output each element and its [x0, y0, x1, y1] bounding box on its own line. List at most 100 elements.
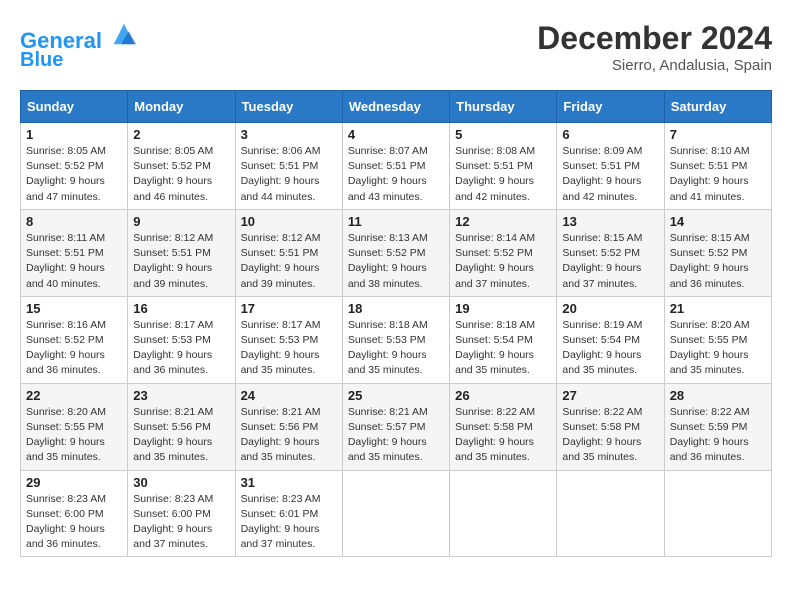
logo: General Blue [20, 20, 138, 71]
day-info: Sunrise: 8:21 AM Sunset: 5:56 PM Dayligh… [133, 405, 229, 466]
day-info: Sunrise: 8:12 AM Sunset: 5:51 PM Dayligh… [241, 231, 337, 292]
day-info: Sunrise: 8:23 AM Sunset: 6:01 PM Dayligh… [241, 492, 337, 553]
calendar-cell: 11 Sunrise: 8:13 AM Sunset: 5:52 PM Dayl… [342, 209, 449, 296]
day-info: Sunrise: 8:23 AM Sunset: 6:00 PM Dayligh… [133, 492, 229, 553]
title-block: December 2024 Sierro, Andalusia, Spain [537, 20, 772, 74]
calendar-week-row: 15 Sunrise: 8:16 AM Sunset: 5:52 PM Dayl… [21, 296, 772, 383]
day-number: 10 [241, 214, 337, 229]
day-number: 18 [348, 301, 444, 316]
day-info: Sunrise: 8:05 AM Sunset: 5:52 PM Dayligh… [26, 144, 122, 205]
calendar-cell: 31 Sunrise: 8:23 AM Sunset: 6:01 PM Dayl… [235, 470, 342, 557]
day-number: 7 [670, 127, 766, 142]
day-number: 4 [348, 127, 444, 142]
calendar-cell: 14 Sunrise: 8:15 AM Sunset: 5:52 PM Dayl… [664, 209, 771, 296]
calendar-cell [664, 470, 771, 557]
column-header-sunday: Sunday [21, 91, 128, 123]
day-number: 8 [26, 214, 122, 229]
day-number: 2 [133, 127, 229, 142]
calendar-header-row: SundayMondayTuesdayWednesdayThursdayFrid… [21, 91, 772, 123]
day-number: 6 [562, 127, 658, 142]
day-info: Sunrise: 8:20 AM Sunset: 5:55 PM Dayligh… [670, 318, 766, 379]
day-info: Sunrise: 8:17 AM Sunset: 5:53 PM Dayligh… [241, 318, 337, 379]
calendar-cell: 28 Sunrise: 8:22 AM Sunset: 5:59 PM Dayl… [664, 383, 771, 470]
day-number: 15 [26, 301, 122, 316]
calendar-week-row: 8 Sunrise: 8:11 AM Sunset: 5:51 PM Dayli… [21, 209, 772, 296]
column-header-wednesday: Wednesday [342, 91, 449, 123]
day-info: Sunrise: 8:17 AM Sunset: 5:53 PM Dayligh… [133, 318, 229, 379]
calendar-cell: 23 Sunrise: 8:21 AM Sunset: 5:56 PM Dayl… [128, 383, 235, 470]
calendar-cell: 13 Sunrise: 8:15 AM Sunset: 5:52 PM Dayl… [557, 209, 664, 296]
calendar-cell: 2 Sunrise: 8:05 AM Sunset: 5:52 PM Dayli… [128, 123, 235, 210]
day-info: Sunrise: 8:11 AM Sunset: 5:51 PM Dayligh… [26, 231, 122, 292]
day-info: Sunrise: 8:14 AM Sunset: 5:52 PM Dayligh… [455, 231, 551, 292]
day-number: 13 [562, 214, 658, 229]
day-info: Sunrise: 8:16 AM Sunset: 5:52 PM Dayligh… [26, 318, 122, 379]
day-info: Sunrise: 8:15 AM Sunset: 5:52 PM Dayligh… [562, 231, 658, 292]
column-header-monday: Monday [128, 91, 235, 123]
day-info: Sunrise: 8:18 AM Sunset: 5:54 PM Dayligh… [455, 318, 551, 379]
day-info: Sunrise: 8:22 AM Sunset: 5:58 PM Dayligh… [562, 405, 658, 466]
day-info: Sunrise: 8:21 AM Sunset: 5:57 PM Dayligh… [348, 405, 444, 466]
day-info: Sunrise: 8:15 AM Sunset: 5:52 PM Dayligh… [670, 231, 766, 292]
day-number: 20 [562, 301, 658, 316]
calendar-cell: 25 Sunrise: 8:21 AM Sunset: 5:57 PM Dayl… [342, 383, 449, 470]
day-number: 14 [670, 214, 766, 229]
calendar-cell: 3 Sunrise: 8:06 AM Sunset: 5:51 PM Dayli… [235, 123, 342, 210]
day-info: Sunrise: 8:21 AM Sunset: 5:56 PM Dayligh… [241, 405, 337, 466]
day-number: 25 [348, 388, 444, 403]
day-number: 28 [670, 388, 766, 403]
calendar-cell: 6 Sunrise: 8:09 AM Sunset: 5:51 PM Dayli… [557, 123, 664, 210]
location: Sierro, Andalusia, Spain [537, 57, 772, 74]
day-info: Sunrise: 8:09 AM Sunset: 5:51 PM Dayligh… [562, 144, 658, 205]
calendar-table: SundayMondayTuesdayWednesdayThursdayFrid… [20, 90, 772, 557]
calendar-cell [450, 470, 557, 557]
day-info: Sunrise: 8:23 AM Sunset: 6:00 PM Dayligh… [26, 492, 122, 553]
day-info: Sunrise: 8:13 AM Sunset: 5:52 PM Dayligh… [348, 231, 444, 292]
logo-icon [110, 20, 138, 48]
day-number: 19 [455, 301, 551, 316]
day-number: 26 [455, 388, 551, 403]
column-header-friday: Friday [557, 91, 664, 123]
calendar-week-row: 22 Sunrise: 8:20 AM Sunset: 5:55 PM Dayl… [21, 383, 772, 470]
calendar-cell: 5 Sunrise: 8:08 AM Sunset: 5:51 PM Dayli… [450, 123, 557, 210]
calendar-cell: 1 Sunrise: 8:05 AM Sunset: 5:52 PM Dayli… [21, 123, 128, 210]
day-info: Sunrise: 8:10 AM Sunset: 5:51 PM Dayligh… [670, 144, 766, 205]
calendar-cell: 20 Sunrise: 8:19 AM Sunset: 5:54 PM Dayl… [557, 296, 664, 383]
day-info: Sunrise: 8:22 AM Sunset: 5:59 PM Dayligh… [670, 405, 766, 466]
day-number: 12 [455, 214, 551, 229]
calendar-cell [557, 470, 664, 557]
day-number: 1 [26, 127, 122, 142]
calendar-cell: 24 Sunrise: 8:21 AM Sunset: 5:56 PM Dayl… [235, 383, 342, 470]
day-info: Sunrise: 8:18 AM Sunset: 5:53 PM Dayligh… [348, 318, 444, 379]
day-number: 5 [455, 127, 551, 142]
day-number: 22 [26, 388, 122, 403]
day-info: Sunrise: 8:08 AM Sunset: 5:51 PM Dayligh… [455, 144, 551, 205]
calendar-week-row: 1 Sunrise: 8:05 AM Sunset: 5:52 PM Dayli… [21, 123, 772, 210]
day-number: 31 [241, 475, 337, 490]
calendar-cell: 27 Sunrise: 8:22 AM Sunset: 5:58 PM Dayl… [557, 383, 664, 470]
day-number: 23 [133, 388, 229, 403]
day-number: 16 [133, 301, 229, 316]
day-info: Sunrise: 8:22 AM Sunset: 5:58 PM Dayligh… [455, 405, 551, 466]
column-header-saturday: Saturday [664, 91, 771, 123]
day-info: Sunrise: 8:06 AM Sunset: 5:51 PM Dayligh… [241, 144, 337, 205]
day-number: 11 [348, 214, 444, 229]
calendar-cell: 8 Sunrise: 8:11 AM Sunset: 5:51 PM Dayli… [21, 209, 128, 296]
column-header-thursday: Thursday [450, 91, 557, 123]
day-number: 9 [133, 214, 229, 229]
page-header: General Blue December 2024 Sierro, Andal… [20, 20, 772, 74]
day-info: Sunrise: 8:05 AM Sunset: 5:52 PM Dayligh… [133, 144, 229, 205]
day-info: Sunrise: 8:19 AM Sunset: 5:54 PM Dayligh… [562, 318, 658, 379]
calendar-cell: 22 Sunrise: 8:20 AM Sunset: 5:55 PM Dayl… [21, 383, 128, 470]
day-number: 27 [562, 388, 658, 403]
calendar-week-row: 29 Sunrise: 8:23 AM Sunset: 6:00 PM Dayl… [21, 470, 772, 557]
calendar-cell: 4 Sunrise: 8:07 AM Sunset: 5:51 PM Dayli… [342, 123, 449, 210]
month-title: December 2024 [537, 20, 772, 57]
day-number: 30 [133, 475, 229, 490]
calendar-cell: 21 Sunrise: 8:20 AM Sunset: 5:55 PM Dayl… [664, 296, 771, 383]
calendar-cell: 9 Sunrise: 8:12 AM Sunset: 5:51 PM Dayli… [128, 209, 235, 296]
calendar-cell [342, 470, 449, 557]
day-number: 17 [241, 301, 337, 316]
calendar-cell: 26 Sunrise: 8:22 AM Sunset: 5:58 PM Dayl… [450, 383, 557, 470]
calendar-cell: 17 Sunrise: 8:17 AM Sunset: 5:53 PM Dayl… [235, 296, 342, 383]
